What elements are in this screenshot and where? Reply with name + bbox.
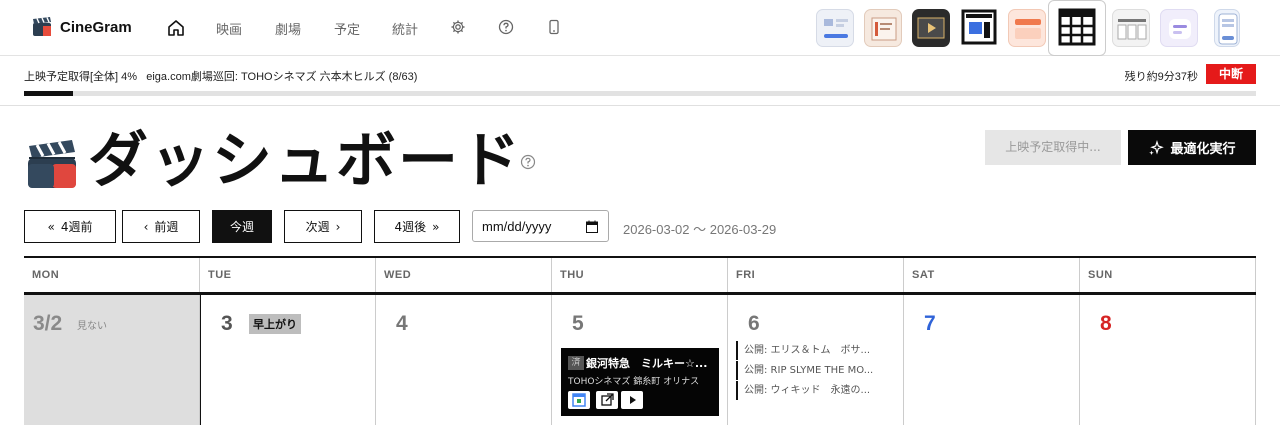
prev-week-button[interactable]: ‹ 前週	[122, 210, 200, 243]
day-header-label: THU	[560, 269, 585, 281]
skip-tag: 見ない	[77, 321, 107, 332]
day-cell-sun[interactable]: 8	[1080, 295, 1256, 425]
showing-card[interactable]: 済 銀河特急 ミルキー☆... TOHOシネマズ 錦糸町 オリナス	[561, 348, 719, 416]
brand-name: CineGram	[60, 18, 132, 36]
back-4-weeks-button[interactable]: « 4週前	[24, 210, 116, 243]
layout-phone-icon[interactable]	[1214, 9, 1240, 47]
day-header-thu: THU	[552, 258, 728, 294]
day-cell-tue[interactable]: 3 早上がり	[200, 295, 376, 425]
progress-bar-fill	[24, 91, 74, 96]
layout-columns-icon[interactable]	[1112, 9, 1150, 47]
day-header-label: SAT	[912, 269, 935, 281]
day-number: 8	[1100, 312, 1112, 335]
day-cell-sat[interactable]: 7	[904, 295, 1080, 425]
layout-pill-icon[interactable]	[1160, 9, 1198, 47]
day-header-mon: MON	[24, 258, 200, 294]
back-4-weeks-label: 4週前	[60, 220, 93, 234]
optimize-label: 最適化実行	[1170, 142, 1236, 157]
week-range: 2026-03-02 〜 2026-03-29	[623, 222, 777, 237]
day-header-label: MON	[32, 269, 60, 281]
nav-link-schedule[interactable]: 予定	[334, 19, 360, 38]
release-item[interactable]: 公開: エリス＆トム ボサ...	[736, 341, 892, 360]
clapperboard-icon	[28, 140, 76, 188]
gear-icon[interactable]	[450, 19, 466, 35]
forward-4-weeks-button[interactable]: 4週後 »	[374, 210, 460, 243]
sparkle-icon	[1149, 139, 1165, 155]
next-week-button[interactable]: 次週 ›	[284, 210, 362, 243]
date-placeholder: mm/dd/yyyy	[482, 218, 552, 234]
brand[interactable]: CineGram	[32, 17, 132, 37]
calendar-icon[interactable]	[586, 220, 598, 233]
layout-grid-icon[interactable]	[1058, 8, 1096, 46]
day-header-tue: TUE	[200, 258, 376, 294]
day-cell-wed[interactable]: 4	[376, 295, 552, 425]
optimize-button[interactable]: 最適化実行	[1128, 130, 1256, 165]
fetch-progress: 上映予定取得[全体] 4% eiga.com劇場巡回: TOHOシネマズ 六本木…	[24, 64, 1256, 84]
double-chevron-right-icon: »	[432, 219, 440, 234]
clapperboard-logo-icon	[33, 17, 51, 36]
watched-badge: 済	[568, 356, 584, 370]
today-indicator	[200, 292, 375, 295]
progress-label: 上映予定取得[全体] 4% eiga.com劇場巡回: TOHOシネマズ 六本木…	[24, 68, 417, 84]
showing-title: 銀河特急 ミルキー☆...	[586, 357, 708, 370]
showing-theater: TOHOシネマズ 錦糸町 オリナス	[568, 377, 700, 387]
layout-document-icon[interactable]	[864, 9, 902, 47]
home-icon[interactable]	[167, 19, 185, 37]
release-item[interactable]: 公開: ウィキッド 永遠の...	[736, 381, 892, 400]
stop-button[interactable]: 中断	[1206, 64, 1256, 84]
nav-link-movies[interactable]: 映画	[216, 19, 242, 38]
mobile-icon[interactable]	[546, 19, 562, 35]
external-link-button[interactable]	[596, 391, 618, 409]
day-cell-fri[interactable]: 6 公開: エリス＆トム ボサ... 公開: RIP SLYME THE MO.…	[728, 295, 904, 425]
day-header-label: WED	[384, 269, 412, 281]
early-leave-tag: 早上がり	[249, 314, 301, 334]
day-header-label: SUN	[1088, 269, 1113, 281]
nav-link-theaters[interactable]: 劇場	[275, 19, 301, 38]
layout-video-icon[interactable]	[912, 9, 950, 47]
progress-detail: eiga.com劇場巡回: TOHOシネマズ 六本木ヒルズ (8/63)	[146, 71, 418, 83]
google-calendar-icon	[572, 393, 586, 407]
day-number: 3/2	[33, 312, 63, 335]
day-header-sun: SUN	[1080, 258, 1256, 294]
day-header-label: FRI	[736, 269, 756, 281]
external-link-icon	[601, 393, 614, 406]
progress-remaining: 残り約9分37秒	[1124, 71, 1198, 83]
day-header-sat: SAT	[904, 258, 1080, 294]
day-number: 4	[396, 312, 408, 335]
calendar-add-button[interactable]	[568, 391, 590, 409]
double-chevron-left-icon: «	[47, 219, 55, 234]
chevron-right-icon: ›	[335, 219, 341, 234]
day-number: 6	[748, 312, 760, 335]
progress-percent-label: 上映予定取得[全体] 4%	[24, 71, 138, 83]
trailer-play-button[interactable]	[621, 391, 643, 409]
date-picker[interactable]: mm/dd/yyyy	[472, 210, 609, 242]
layout-cards-icon[interactable]	[816, 9, 854, 47]
divider	[0, 105, 1280, 106]
top-navigation: CineGram 映画 劇場 予定 統計	[0, 0, 1280, 56]
progress-bar	[24, 91, 1256, 96]
nav-link-stats[interactable]: 統計	[392, 19, 418, 38]
help-icon[interactable]	[498, 19, 514, 35]
play-icon	[630, 396, 636, 404]
day-number: 7	[924, 312, 936, 335]
this-week-button[interactable]: 今週	[212, 210, 272, 243]
day-cell-thu[interactable]: 5 済 銀河特急 ミルキー☆... TOHOシネマズ 錦糸町 オリナス	[552, 295, 728, 425]
release-item[interactable]: 公開: RIP SLYME THE MO...	[736, 361, 892, 380]
layout-gradient-icon[interactable]	[1008, 9, 1046, 47]
day-number: 5	[572, 312, 584, 335]
page-title: ダッシュボード	[88, 126, 522, 196]
day-header-wed: WED	[376, 258, 552, 294]
forward-4-weeks-label: 4週後	[394, 220, 427, 234]
chevron-left-icon: ‹	[143, 219, 149, 234]
day-cell-mon[interactable]: 3/2 見ない	[24, 295, 200, 425]
next-week-label: 次週	[305, 220, 330, 234]
day-number: 3	[221, 312, 233, 335]
layout-window-icon[interactable]	[960, 8, 998, 46]
day-header-fri: FRI	[728, 258, 904, 294]
week-calendar: MON TUE WED THU FRI SAT SUN 3/2 見ない 3 早上…	[24, 256, 1256, 425]
day-header-label: TUE	[208, 269, 232, 281]
fetch-schedule-button[interactable]: 上映予定取得中...	[985, 130, 1121, 165]
prev-week-label: 前週	[154, 220, 179, 234]
help-icon[interactable]	[520, 154, 536, 170]
